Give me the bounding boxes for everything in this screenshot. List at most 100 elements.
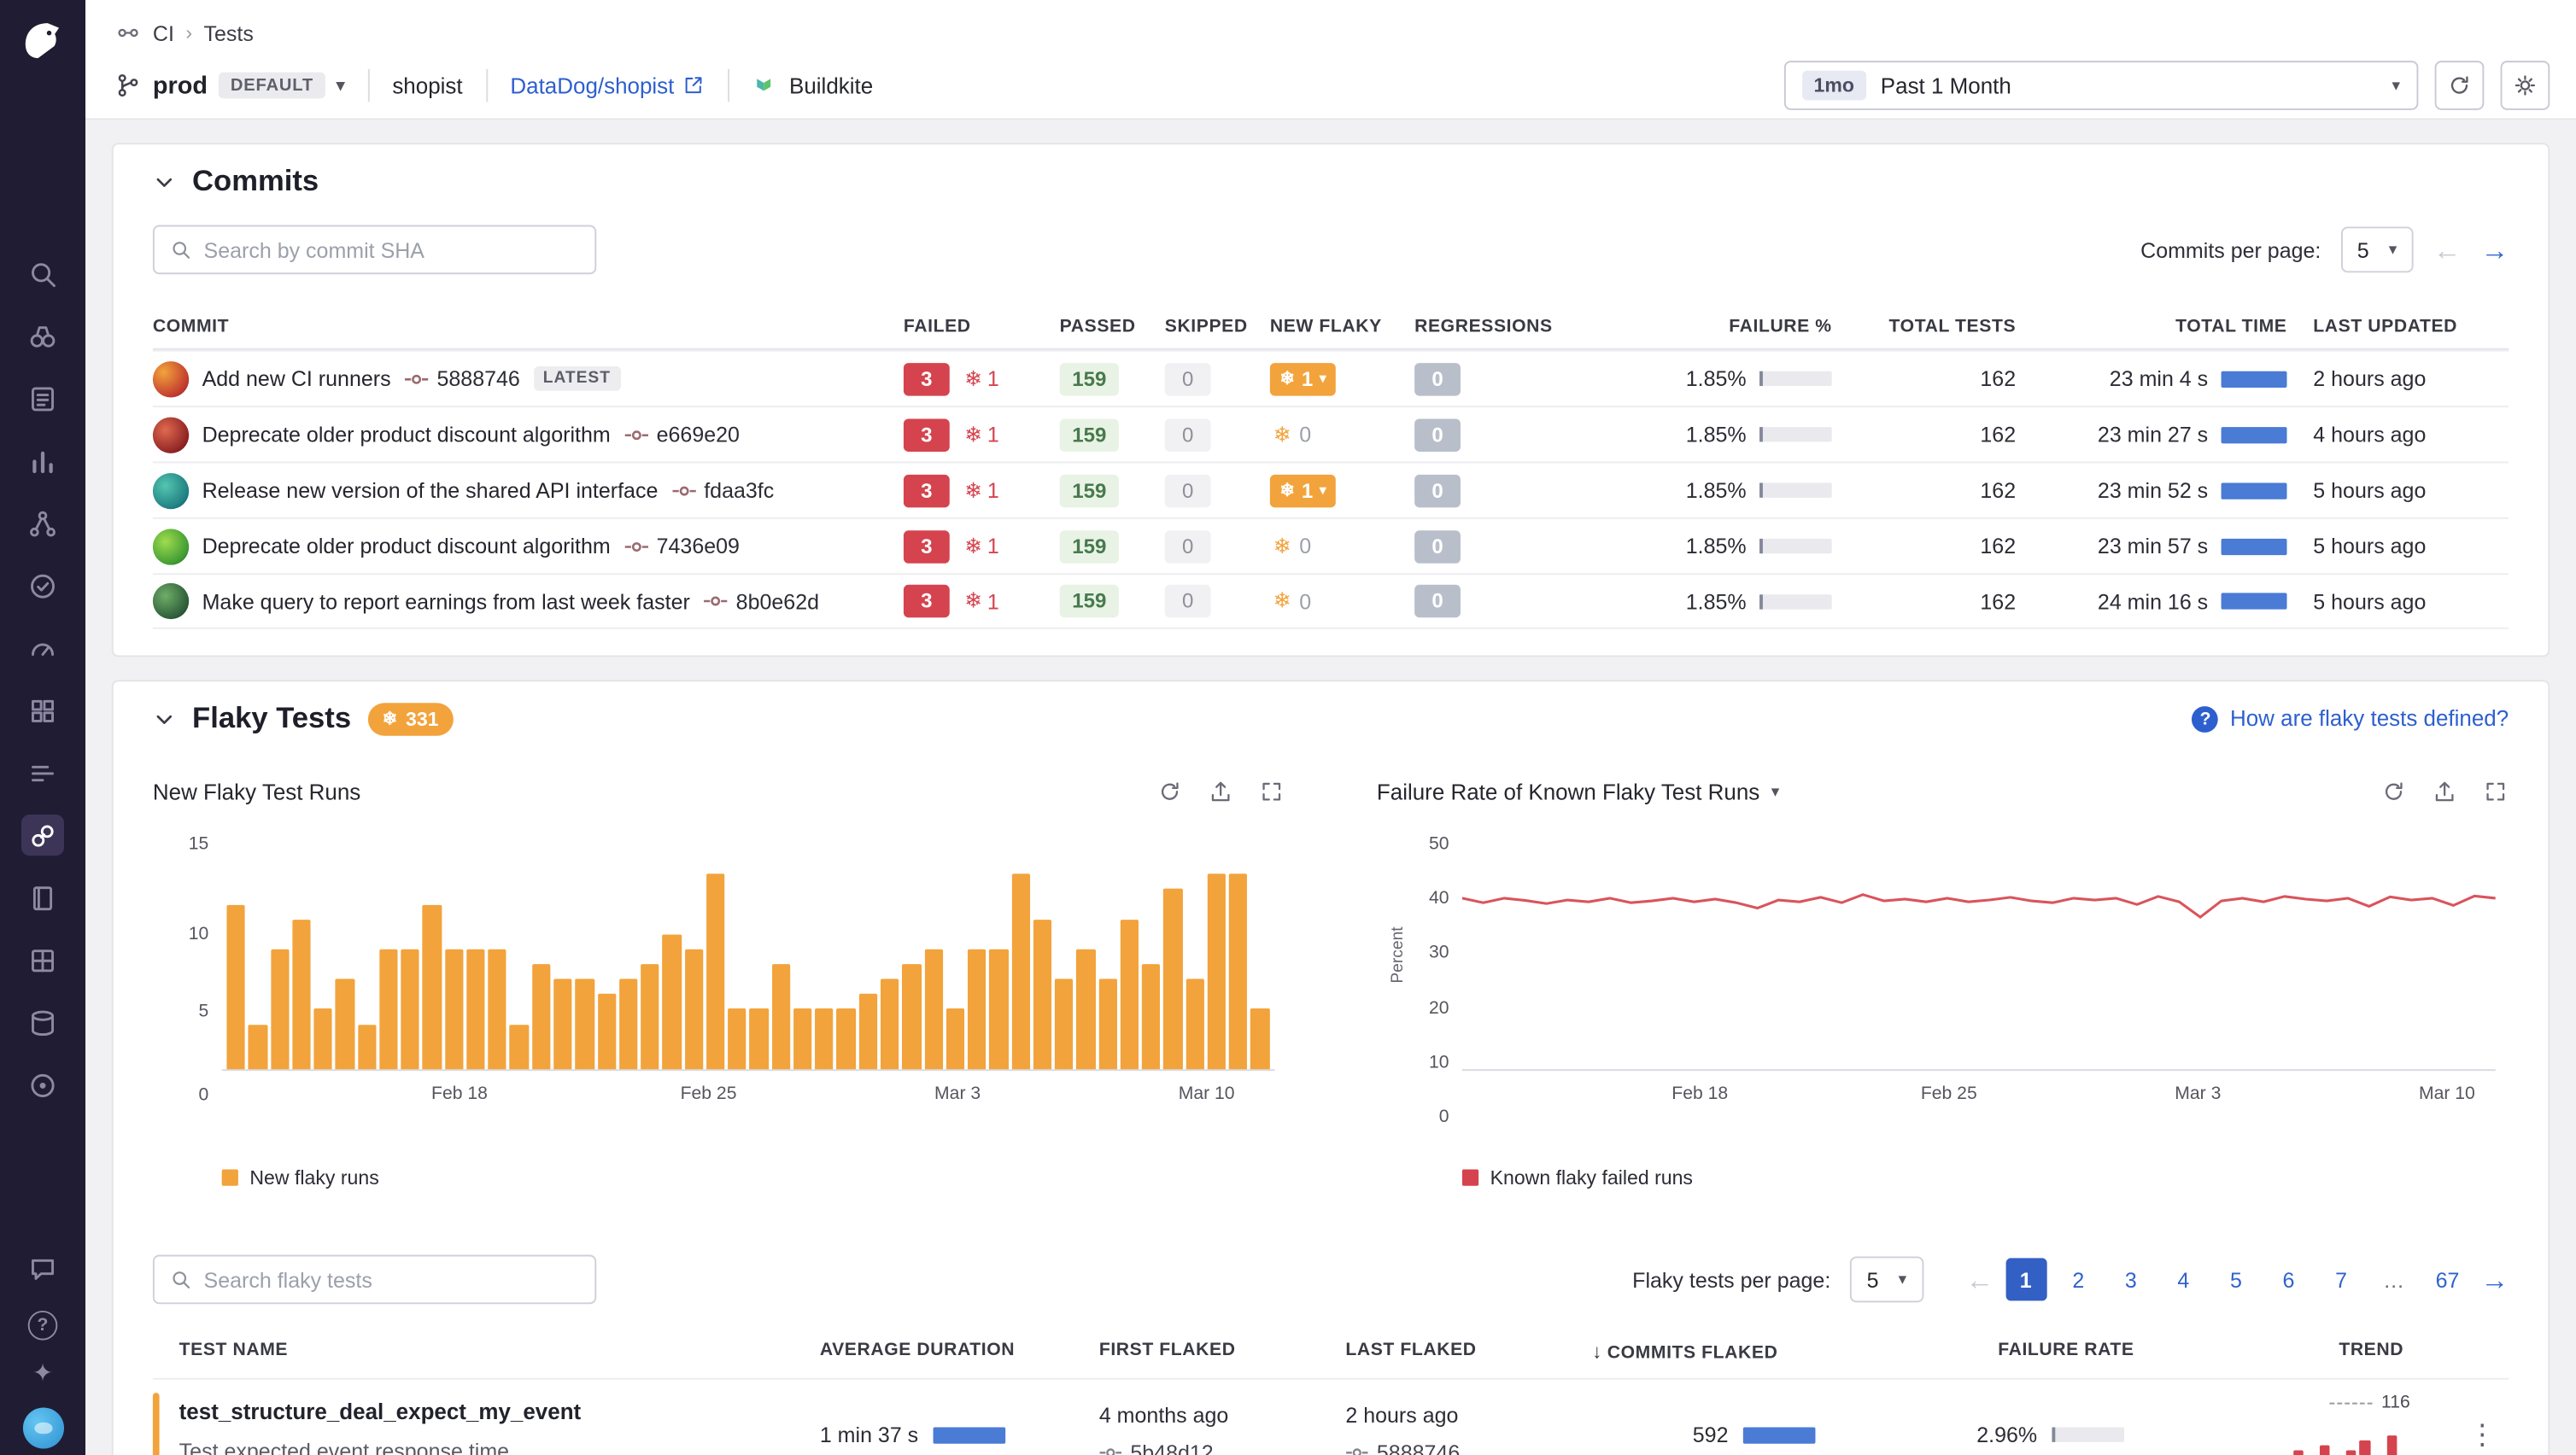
repository-name[interactable]: shopist [392,73,462,98]
page-button[interactable]: 7 [2321,1258,2362,1300]
last-flaked-sha[interactable]: 5888746 [1345,1440,1592,1455]
chart-settings-icon[interactable] [1156,779,1183,805]
datadog-logo[interactable] [13,10,72,69]
integrations-icon[interactable] [21,690,64,731]
page-button[interactable]: 2 [2058,1258,2099,1300]
search-icon[interactable] [21,253,64,294]
fullscreen-icon[interactable] [1258,779,1285,805]
commit-search [153,225,596,275]
fullscreen-icon[interactable] [2482,779,2509,805]
commits-next-page-arrow[interactable]: → [2480,236,2509,264]
failed-badge[interactable]: 3 [904,529,950,562]
commits-per-page-select[interactable]: 5 ▾ [2340,226,2413,272]
row-menu-button[interactable]: ⋮ [2453,1380,2512,1452]
page-button[interactable]: 6 [2268,1258,2309,1300]
page-button[interactable]: 4 [2163,1258,2204,1300]
failed-badge[interactable]: 3 [904,418,950,451]
first-flaked-sha[interactable]: 5b48d12 [1099,1440,1346,1455]
new-flaky-badge[interactable]: ❄1▾ [1270,474,1336,506]
commit-sha-link[interactable]: 7436e09 [624,534,740,558]
chevron-down-icon: ▾ [1899,1271,1907,1288]
commit-message[interactable]: Add new CI runners [202,366,391,391]
passed-badge[interactable]: 159 [1060,585,1119,617]
collapse-chevron-icon[interactable] [153,707,176,730]
table-row[interactable]: Make query to report earnings from last … [153,573,2509,628]
failed-badge[interactable]: 3 [904,362,950,394]
table-row[interactable]: Deprecate older product discount algorit… [153,406,2509,461]
help-icon[interactable]: ? [28,1311,58,1341]
commit-search-input[interactable] [204,237,580,262]
table-row[interactable]: Release new version of the shared API in… [153,462,2509,517]
passed-badge[interactable]: 159 [1060,418,1119,451]
commit-message[interactable]: Deprecate older product discount algorit… [202,422,611,447]
chart-settings-icon[interactable] [2380,779,2407,805]
commits-per-page-value: 5 [2357,237,2369,262]
failure-pct-bar [1759,593,1832,608]
repo-external-link[interactable]: DataDog/shopist [510,73,705,98]
pipelines-icon[interactable] [21,752,64,793]
chat-icon[interactable] [21,1248,64,1289]
metrics-icon[interactable] [21,440,64,481]
chevron-down-icon[interactable]: ▾ [1771,783,1780,801]
databases-icon[interactable] [21,1002,64,1043]
flaky-per-page-select[interactable]: 5 ▾ [1850,1256,1923,1302]
watchdog-icon[interactable] [21,315,64,356]
passed-badge[interactable]: 159 [1060,362,1119,394]
table-row[interactable]: Add new CI runners 5888746 LATEST 3❄1 15… [153,350,2509,406]
gear-icon [2512,73,2538,99]
avatar [153,583,189,619]
commit-message[interactable]: Release new version of the shared API in… [202,478,659,503]
ci-tests-icon[interactable] [21,815,64,856]
table-row[interactable]: Deprecate older product discount algorit… [153,517,2509,573]
table-row[interactable]: test_structure_deal_expect_my_event Test… [153,1378,2509,1455]
notebooks-icon[interactable] [21,877,64,918]
time-range-select[interactable]: 1mo Past 1 Month ▾ [1784,61,2418,110]
export-icon[interactable] [2432,779,2458,805]
failure-pct: 1.85% [1686,478,1747,503]
failed-badge[interactable]: 3 [904,474,950,506]
settings-button[interactable] [2501,61,2550,110]
prev-page-arrow[interactable]: ← [1966,1265,1994,1294]
export-icon[interactable] [1208,779,1234,805]
flaky-search-input[interactable] [204,1267,580,1292]
next-page-arrow[interactable]: → [2480,1265,2509,1294]
breadcrumb-section[interactable]: CI [153,20,174,45]
refresh-button[interactable] [2435,61,2485,110]
avatar [153,528,189,564]
passed-badge[interactable]: 159 [1060,474,1119,506]
ci-provider[interactable]: Buildkite [753,73,873,98]
regressions-badge: 0 [1414,585,1461,617]
failed-badge[interactable]: 3 [904,585,950,617]
page-button[interactable]: 3 [2111,1258,2152,1300]
page-button[interactable]: 67 [2426,1258,2469,1300]
whats-new-icon[interactable]: ✦ [32,1362,53,1387]
commits-prev-page-arrow[interactable]: ← [2433,236,2462,264]
collapse-chevron-icon[interactable] [153,170,176,193]
security-icon[interactable] [21,1064,64,1105]
synthetics-icon[interactable] [21,565,64,606]
passed-badge[interactable]: 159 [1060,529,1119,562]
commit-message[interactable]: Make query to report earnings from last … [202,589,690,614]
flaky-help-link[interactable]: ? How are flaky tests defined? [2193,705,2509,732]
page-content: Commits Commits per page: 5 ▾ ← → [85,120,2576,1455]
logs-icon[interactable] [21,377,64,418]
commit-message[interactable]: Deprecate older product discount algorit… [202,534,611,558]
commit-sha-link[interactable]: 8b0e62d [703,589,819,614]
service-map-icon[interactable] [21,503,64,544]
total-time: 23 min 57 s [2098,534,2208,558]
commit-sha-link[interactable]: e669e20 [624,422,740,447]
commit-sha-link[interactable]: fdaa3fc [671,478,775,503]
page-button[interactable]: 1 [2005,1258,2046,1300]
user-avatar[interactable] [22,1407,63,1448]
commit-sha-link[interactable]: 5888746 [404,366,520,391]
dashboards-icon[interactable] [21,939,64,980]
branch-selector[interactable]: prod DEFAULT ▾ [115,72,345,100]
snowflake-icon: ❄ [964,421,982,447]
col-skipped: SKIPPED [1165,316,1270,336]
failed-flaky-count: 1 [987,366,999,391]
new-flaky-badge[interactable]: ❄1▾ [1270,362,1336,394]
page-button[interactable]: 5 [2216,1258,2257,1300]
test-name[interactable]: test_structure_deal_expect_my_event [179,1399,804,1424]
monitors-icon[interactable] [21,628,64,669]
col-commits-flaked[interactable]: ↓COMMITS FLAKED [1592,1341,1839,1364]
